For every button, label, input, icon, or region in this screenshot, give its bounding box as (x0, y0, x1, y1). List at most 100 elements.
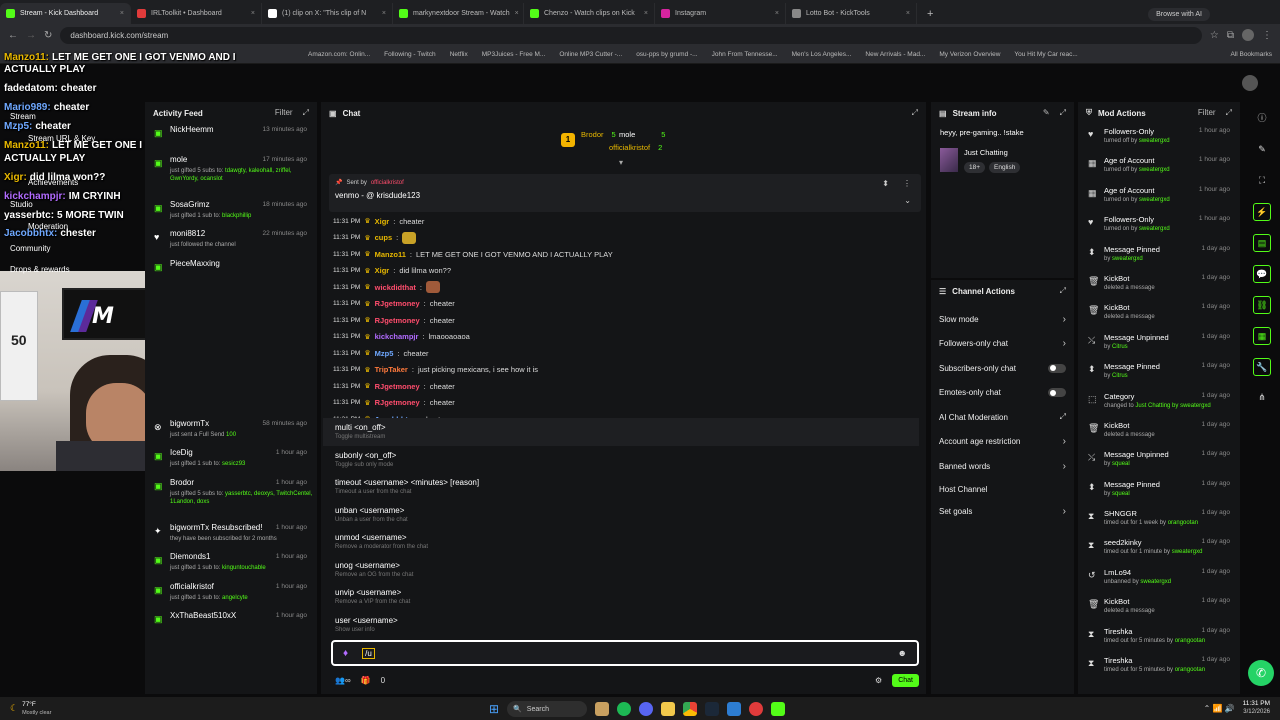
browser-tab[interactable]: Instagram × (655, 3, 786, 24)
channel-action-item[interactable]: Followers-only chat › (931, 332, 1074, 357)
message-username[interactable]: RJgetmoney (375, 316, 420, 325)
spotify-icon[interactable] (617, 702, 632, 716)
activity-item[interactable]: ▣ NickHeemm 13 minutes ago (145, 124, 317, 154)
close-tab-icon[interactable]: × (515, 10, 519, 17)
mod-action-item[interactable]: ⬚ Category 1 day ago changed to Just Chatti… (1078, 389, 1240, 418)
url-field[interactable]: dashboard.kick.com/stream (60, 26, 1202, 44)
message-username[interactable]: Xigr (375, 266, 390, 275)
mod-action-item[interactable]: ⧗ Tireshka 1 day ago timed out for 5 minute… (1078, 624, 1240, 653)
bookmark-item[interactable]: Online MP3 Cutter -... (559, 51, 622, 58)
mod-action-item[interactable]: ⬍ Message Pinned 1 day ago by Citrus (1078, 359, 1240, 388)
message-username[interactable]: cups (375, 233, 393, 242)
activity-item[interactable]: ▣ Brodor 1 hour ago just gifted 5 subs to: … (145, 477, 317, 522)
command-suggestion[interactable]: subonly <on_off> Toggle sub only mode (323, 446, 919, 474)
activity-item[interactable]: ▣ PieceMaxxing (145, 258, 317, 418)
app-icon[interactable] (595, 702, 610, 716)
channel-action-item[interactable]: Emotes-only chat (931, 381, 1074, 406)
discord-icon[interactable] (639, 702, 654, 716)
folder-icon[interactable] (661, 702, 676, 716)
activity-filter-button[interactable]: Filter (275, 108, 293, 118)
mod-action-item[interactable]: ↺ LmLo94 1 day ago unbanned by sweatergxd (1078, 565, 1240, 594)
bolt-icon[interactable]: ⚡ (1253, 203, 1271, 221)
browser-tab[interactable]: IRLToolkit • Dashboard × (131, 3, 262, 24)
category-name[interactable]: Just Chatting (964, 148, 1008, 157)
activity-item[interactable]: ▣ officialkristof 1 hour ago just gifted 1 … (145, 581, 317, 611)
bookmark-item[interactable]: New Arrivals - Mad... (865, 51, 925, 58)
browse-with-ai-button[interactable]: Browse with AI (1148, 8, 1210, 21)
taskbar-search[interactable]: 🔍 Search (507, 701, 588, 717)
mod-action-item[interactable]: ▦ Age of Account 1 hour ago turned on by sw… (1078, 183, 1240, 212)
bookmark-item[interactable]: MP3Juices - Free M... (482, 51, 546, 58)
chat-message[interactable]: 11:31 PM ♛ Manzo11: LET ME GET ONE I GOT VE… (321, 246, 921, 263)
channel-action-item[interactable]: Account age restriction › (931, 430, 1074, 455)
activity-item[interactable]: ♥ moni8812 22 minutes ago just followed the… (145, 228, 317, 258)
new-tab-icon[interactable]: + (927, 8, 933, 20)
mod-action-item[interactable]: ⧗ seed2kinky 1 day ago timed out for 1 minu… (1078, 535, 1240, 564)
channel-action-item[interactable]: Set goals › (931, 500, 1074, 525)
mod-action-item[interactable]: ⧗ SHNGGR 1 day ago timed out for 1 week by … (1078, 506, 1240, 535)
side-nav-item[interactable]: Moderation (28, 222, 68, 231)
server-icon[interactable]: ▦ (1253, 327, 1271, 345)
chat-message[interactable]: 11:31 PM ♛ RJgetmoney: cheater (321, 395, 921, 412)
bookmark-item[interactable]: osu-pps by grumd -... (636, 51, 697, 58)
leaderboard-entry[interactable]: officialkristof 2 (609, 143, 662, 152)
browser-tab[interactable]: (1) clip on X: "This clip of N × (262, 3, 393, 24)
profile-icon[interactable] (1242, 29, 1254, 41)
message-username[interactable]: Xigr (375, 217, 390, 226)
wrench-icon[interactable]: 🔧 (1253, 358, 1271, 376)
channel-action-item[interactable]: Slow mode › (931, 307, 1074, 332)
bookmark-item[interactable]: Netflix (450, 51, 468, 58)
mod-action-item[interactable]: 🗑 KickBot 1 day ago deleted a message (1078, 594, 1240, 623)
side-nav-item[interactable]: Achievements (28, 178, 78, 187)
weather-icon[interactable]: ☾ (10, 703, 18, 714)
side-nav-item[interactable]: Community (10, 244, 50, 253)
kick-icon[interactable] (771, 702, 786, 716)
external-link-icon[interactable]: ⤢ (1060, 412, 1066, 422)
browser-tab[interactable]: markynextdoor Stream - Watch × (393, 3, 524, 24)
viewers-icon[interactable]: 👥∞ (335, 676, 351, 685)
emoji-icon[interactable]: ☻ (898, 648, 907, 658)
command-suggestion[interactable]: unban <username> Unban a user from the ch… (323, 501, 919, 529)
side-nav-item[interactable]: Stream URL & Key (28, 134, 95, 143)
emote-icon[interactable]: ♦ (343, 648, 348, 659)
channel-action-item[interactable]: Host Channel (931, 479, 1074, 500)
activity-item[interactable]: ⊗ bigwormTx 58 minutes ago just sent a Full… (145, 418, 317, 448)
chat-message[interactable]: 11:31 PM ♛ Xigr: did lilma won?? (321, 263, 921, 280)
popout-icon[interactable]: ⤢ (1226, 108, 1232, 118)
edit-icon[interactable]: ✎ (1253, 141, 1271, 159)
expand-chevron-icon[interactable]: ⌄ (904, 196, 911, 205)
mod-action-item[interactable]: ⬍ Message Pinned 1 day ago by sweatergxd (1078, 242, 1240, 271)
chat-message[interactable]: 11:31 PM ♛ RJgetmoney: cheater (321, 312, 921, 329)
command-suggestion[interactable]: unog <username> Remove an OG from the cha… (323, 556, 919, 584)
windows-start-icon[interactable]: ⊞ (489, 702, 499, 716)
toggle-switch[interactable] (1048, 363, 1066, 373)
mod-action-item[interactable]: ♥ Followers-Only 1 hour ago turned on by sw… (1078, 212, 1240, 241)
steam-icon[interactable] (705, 702, 720, 716)
bookmark-item[interactable]: John From Tennesse... (712, 51, 778, 58)
activity-item[interactable]: ▣ mole 17 minutes ago just gifted 5 subs to… (145, 154, 317, 199)
close-tab-icon[interactable]: × (906, 10, 910, 17)
mod-action-item[interactable]: 🗑 KickBot 1 day ago deleted a message (1078, 300, 1240, 329)
mod-action-item[interactable]: ⤯ Message Unpinned 1 day ago by Citrus (1078, 330, 1240, 359)
fullscreen-icon[interactable]: ⛶ (1253, 172, 1271, 190)
command-suggestion[interactable]: multi <on_off> Toggle multistream (323, 418, 919, 446)
popout-icon[interactable]: ⤢ (1060, 108, 1066, 118)
chat-message[interactable]: 11:31 PM ♛ Mzp5: cheater (321, 345, 921, 362)
browser-tab[interactable]: Lotto Bot - KickTools × (786, 3, 917, 24)
send-chat-button[interactable]: Chat (892, 673, 919, 687)
close-tab-icon[interactable]: × (644, 10, 648, 17)
bookmark-item[interactable]: My Verizon Overview (939, 51, 1000, 58)
activity-item[interactable]: ▣ Diemonds1 1 hour ago just gifted 1 sub to… (145, 551, 317, 581)
activity-item[interactable]: ▣ SosaGrimz 18 minutes ago just gifted 1 su… (145, 199, 317, 229)
chat-message[interactable]: 11:31 PM ♛ TripTaker: just picking mexicans… (321, 362, 921, 379)
popout-icon[interactable]: ⤢ (1060, 286, 1066, 296)
whatsapp-icon[interactable]: ✆ (1248, 660, 1274, 686)
mod-filter-button[interactable]: Filter (1198, 108, 1216, 118)
store-icon[interactable] (727, 702, 742, 716)
popout-icon[interactable]: ⤢ (912, 108, 918, 118)
side-nav-item[interactable]: Studio (10, 200, 33, 209)
leaderboard-entry[interactable]: mole 5 (619, 130, 665, 139)
link-icon[interactable]: ⛓ (1253, 296, 1271, 314)
browser-icon[interactable] (749, 702, 764, 716)
message-username[interactable]: RJgetmoney (375, 299, 420, 308)
